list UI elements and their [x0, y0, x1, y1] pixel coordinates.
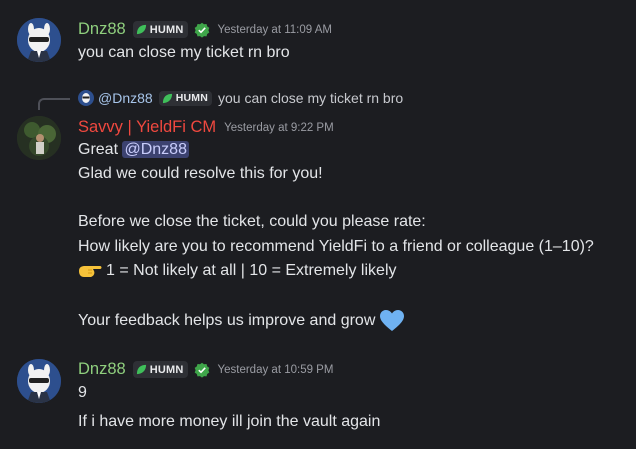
tag-label: HUMN: [175, 92, 208, 104]
author-name[interactable]: Savvy | YieldFi CM: [78, 118, 216, 137]
tag-label: HUMN: [149, 363, 184, 376]
greeting-text: Great: [78, 141, 123, 158]
message-line-2: If i have more money ill join the vault …: [78, 413, 381, 430]
tag-label: HUMN: [149, 23, 184, 36]
message-header: Dnz88 HUMN Yesterday at 11:09 AM: [78, 20, 332, 39]
reply-connector: [38, 98, 70, 110]
timestamp[interactable]: Yesterday at 11:09 AM: [218, 24, 332, 36]
verified-badge-icon: [194, 22, 209, 38]
reply-avatar: [78, 90, 94, 106]
leaf-icon: [162, 93, 172, 103]
leaf-icon: [136, 24, 146, 35]
avatar-savvy[interactable]: [17, 116, 61, 160]
reply-humn-tag: HUMN: [158, 90, 212, 106]
humn-tag[interactable]: HUMN: [132, 361, 188, 378]
message-line-1: Great @Dnz88: [78, 141, 189, 159]
message-header: Dnz88 HUMN Yesterday at 10:59 PM: [78, 360, 333, 379]
message-line-6: Your feedback helps us improve and grow: [78, 310, 405, 332]
leaf-icon: [136, 364, 146, 375]
humn-tag[interactable]: HUMN: [132, 21, 188, 38]
feedback-text: Your feedback helps us improve and grow: [78, 312, 376, 329]
rating-scale-text: 1 = Not likely at all | 10 = Extremely l…: [106, 262, 397, 279]
blue-heart-icon: [380, 310, 405, 331]
author-name[interactable]: Dnz88: [78, 360, 126, 379]
verified-badge-icon: [194, 362, 209, 378]
message-line-4: How likely are you to recommend YieldFi …: [78, 238, 594, 255]
message-line-3: Before we close the ticket, could you pl…: [78, 213, 426, 230]
message-header: Savvy | YieldFi CM Yesterday at 9:22 PM: [78, 118, 334, 137]
user-mention[interactable]: @Dnz88: [122, 141, 189, 158]
reply-text: you can close my ticket rn bro: [217, 90, 404, 106]
message-text: you can close my ticket rn bro: [78, 44, 290, 61]
avatar-dnz88[interactable]: [17, 359, 61, 403]
pointing-hand-icon: [79, 266, 102, 277]
author-name[interactable]: Dnz88: [78, 20, 126, 39]
timestamp[interactable]: Yesterday at 10:59 PM: [218, 364, 334, 376]
message-line-5: 1 = Not likely at all | 10 = Extremely l…: [78, 262, 397, 280]
reply-author[interactable]: @Dnz88: [98, 90, 153, 106]
message-line-1: 9: [78, 384, 87, 401]
message-line-2: Glad we could resolve this for you!: [78, 165, 323, 182]
avatar-dnz88[interactable]: [17, 18, 61, 62]
reply-preview[interactable]: @Dnz88 HUMN you can close my ticket rn b…: [78, 90, 403, 106]
timestamp[interactable]: Yesterday at 9:22 PM: [224, 122, 334, 134]
